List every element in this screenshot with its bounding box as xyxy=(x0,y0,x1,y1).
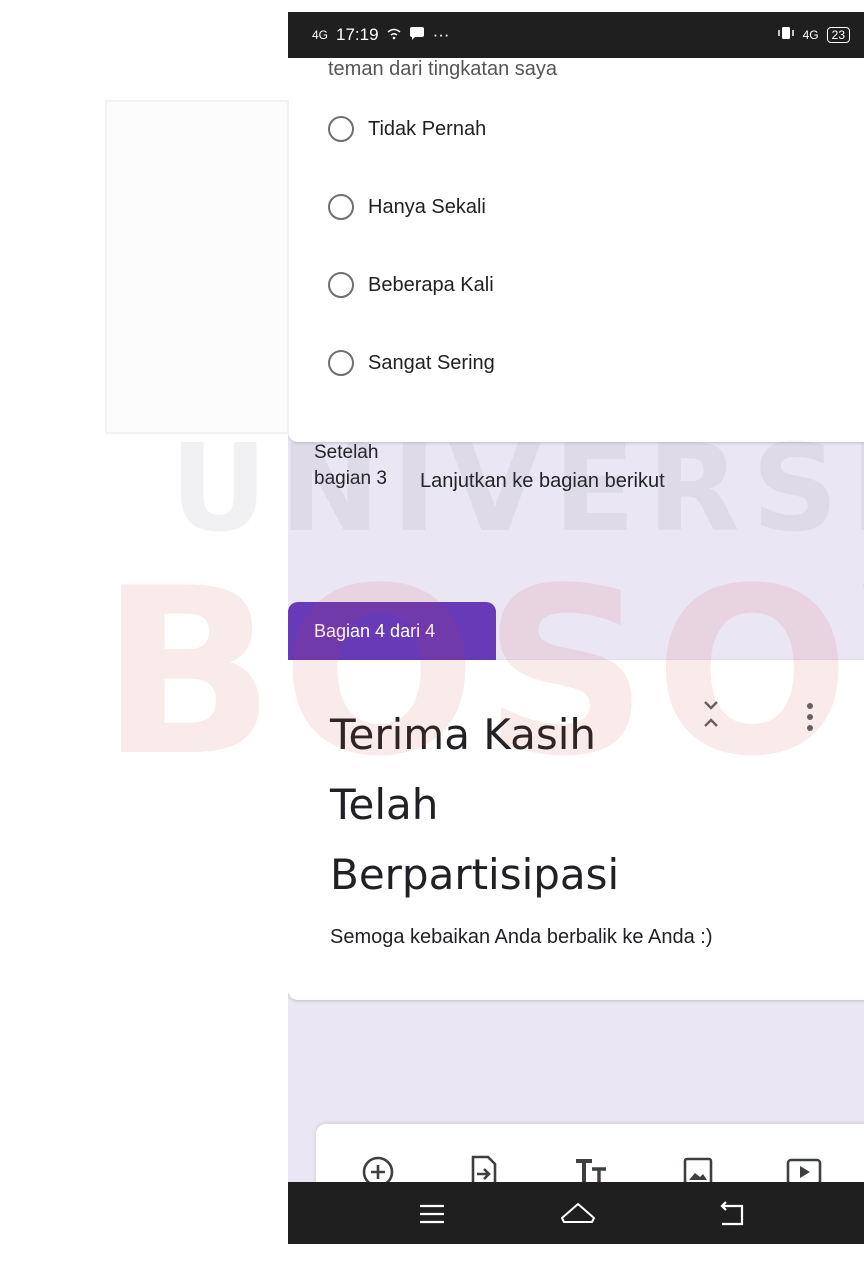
radio-button[interactable] xyxy=(328,350,354,376)
wifi-icon xyxy=(387,25,401,45)
option-item[interactable]: Tidak Pernah xyxy=(328,116,486,142)
option-label: Beberapa Kali xyxy=(368,273,494,296)
section-card[interactable]: Terima Kasih Telah Berpartisipasi Semoga… xyxy=(288,660,864,1000)
phone-screen: 4G 17:19 ··· 4G 23 teman dari tingkatan … xyxy=(288,12,864,1244)
after-section-action[interactable]: Lanjutkan ke bagian berikut xyxy=(420,470,665,493)
collapse-expand-icon[interactable] xyxy=(696,694,726,734)
option-label: Tidak Pernah xyxy=(368,117,487,140)
network-indicator: 4G xyxy=(312,28,329,42)
section-title[interactable]: Terima Kasih Telah Berpartisipasi xyxy=(330,700,670,910)
option-item[interactable]: Beberapa Kali xyxy=(328,272,494,298)
vibrate-icon xyxy=(777,25,795,45)
message-icon xyxy=(409,25,425,45)
signal-indicator: 4G xyxy=(802,28,819,42)
more-vert-icon[interactable] xyxy=(800,698,820,738)
clock: 17:19 xyxy=(336,25,379,44)
radio-button[interactable] xyxy=(328,116,354,142)
navigation-bar xyxy=(288,1182,864,1244)
option-item[interactable]: Sangat Sering xyxy=(328,350,495,376)
question-text: teman dari tingkatan saya xyxy=(328,58,558,80)
watermark-block xyxy=(105,100,289,434)
battery-indicator: 23 xyxy=(826,27,850,43)
question-card: teman dari tingkatan saya Tidak Pernah H… xyxy=(288,42,864,442)
more-notifications: ··· xyxy=(432,25,450,44)
radio-button[interactable] xyxy=(328,272,354,298)
section-tab: Bagian 4 dari 4 xyxy=(288,602,496,660)
section-description[interactable]: Semoga kebaikan Anda berbalik ke Anda :) xyxy=(330,926,712,949)
option-label: Sangat Sering xyxy=(368,351,495,374)
back-icon[interactable] xyxy=(712,1196,752,1232)
status-bar: 4G 17:19 ··· 4G 23 xyxy=(288,12,864,58)
radio-button[interactable] xyxy=(328,194,354,220)
after-section-label: Setelah bagian 3 xyxy=(314,442,387,489)
option-label: Hanya Sekali xyxy=(368,195,486,218)
home-icon[interactable] xyxy=(558,1196,598,1232)
menu-icon[interactable] xyxy=(412,1196,452,1232)
option-item[interactable]: Hanya Sekali xyxy=(328,194,486,220)
